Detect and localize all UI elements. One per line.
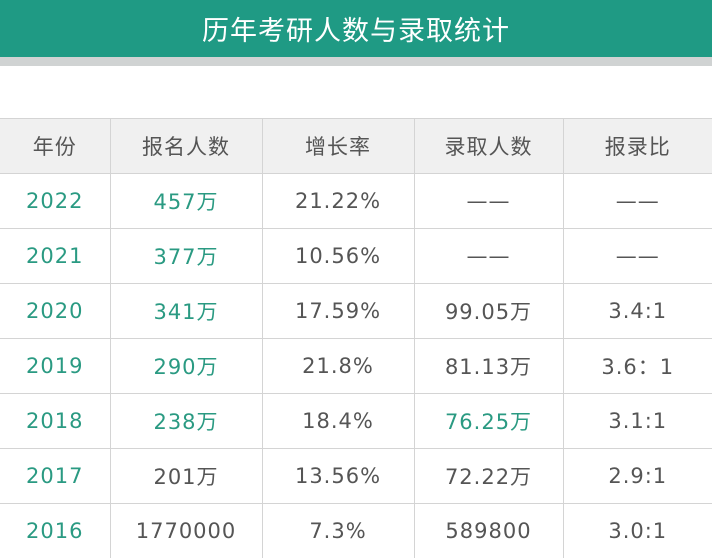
cell-applicants: 238万 bbox=[109, 393, 263, 449]
table-row: 2018 238万 18.4% 76.25万 3.1:1 bbox=[0, 393, 712, 449]
table-row: 2021 377万 10.56% —— —— bbox=[0, 228, 712, 284]
table-row: 2022 457万 21.22% —— —— bbox=[0, 173, 712, 229]
cell-growth: 21.22% bbox=[261, 173, 415, 229]
cell-ratio: 3.0:1 bbox=[562, 503, 712, 558]
cell-ratio: 3.1:1 bbox=[562, 393, 712, 449]
title-banner: 历年考研人数与录取统计 bbox=[0, 0, 712, 57]
cell-growth: 7.3% bbox=[261, 503, 415, 558]
cell-year: 2022 bbox=[0, 173, 111, 229]
cell-growth: 10.56% bbox=[261, 228, 415, 284]
header-year: 年份 bbox=[0, 118, 111, 174]
table-row: 2020 341万 17.59% 99.05万 3.4:1 bbox=[0, 283, 712, 339]
header-growth: 增长率 bbox=[261, 118, 415, 174]
cell-growth: 21.8% bbox=[261, 338, 415, 394]
admission-stats-table: 年份 报名人数 增长率 录取人数 报录比 2022 457万 21.22% ——… bbox=[0, 118, 712, 558]
cell-year: 2021 bbox=[0, 228, 111, 284]
cell-ratio: 2.9:1 bbox=[562, 448, 712, 504]
cell-applicants: 1770000 bbox=[109, 503, 263, 558]
header-ratio: 报录比 bbox=[562, 118, 712, 174]
cell-year: 2020 bbox=[0, 283, 111, 339]
cell-admitted: —— bbox=[413, 228, 564, 284]
cell-applicants: 377万 bbox=[109, 228, 263, 284]
table-row: 2019 290万 21.8% 81.13万 3.6：1 bbox=[0, 338, 712, 394]
cell-ratio: —— bbox=[562, 173, 712, 229]
cell-growth: 13.56% bbox=[261, 448, 415, 504]
cell-applicants: 341万 bbox=[109, 283, 263, 339]
cell-year: 2018 bbox=[0, 393, 111, 449]
cell-year: 2017 bbox=[0, 448, 111, 504]
header-applicants: 报名人数 bbox=[109, 118, 263, 174]
cell-applicants: 457万 bbox=[109, 173, 263, 229]
cell-applicants: 290万 bbox=[109, 338, 263, 394]
banner-divider bbox=[0, 57, 712, 66]
cell-admitted: 81.13万 bbox=[413, 338, 564, 394]
cell-admitted: 72.22万 bbox=[413, 448, 564, 504]
cell-ratio: —— bbox=[562, 228, 712, 284]
page-title: 历年考研人数与录取统计 bbox=[202, 16, 510, 47]
cell-admitted: —— bbox=[413, 173, 564, 229]
cell-admitted: 76.25万 bbox=[413, 393, 564, 449]
cell-admitted: 589800 bbox=[413, 503, 564, 558]
cell-admitted: 99.05万 bbox=[413, 283, 564, 339]
header-admitted: 录取人数 bbox=[413, 118, 564, 174]
cell-ratio: 3.4:1 bbox=[562, 283, 712, 339]
table-row: 2017 201万 13.56% 72.22万 2.9:1 bbox=[0, 448, 712, 504]
cell-growth: 18.4% bbox=[261, 393, 415, 449]
cell-ratio: 3.6：1 bbox=[562, 338, 712, 394]
cell-year: 2019 bbox=[0, 338, 111, 394]
cell-growth: 17.59% bbox=[261, 283, 415, 339]
table-row: 2016 1770000 7.3% 589800 3.0:1 bbox=[0, 503, 712, 558]
cell-applicants: 201万 bbox=[109, 448, 263, 504]
table-header-row: 年份 报名人数 增长率 录取人数 报录比 bbox=[0, 118, 712, 174]
cell-year: 2016 bbox=[0, 503, 111, 558]
